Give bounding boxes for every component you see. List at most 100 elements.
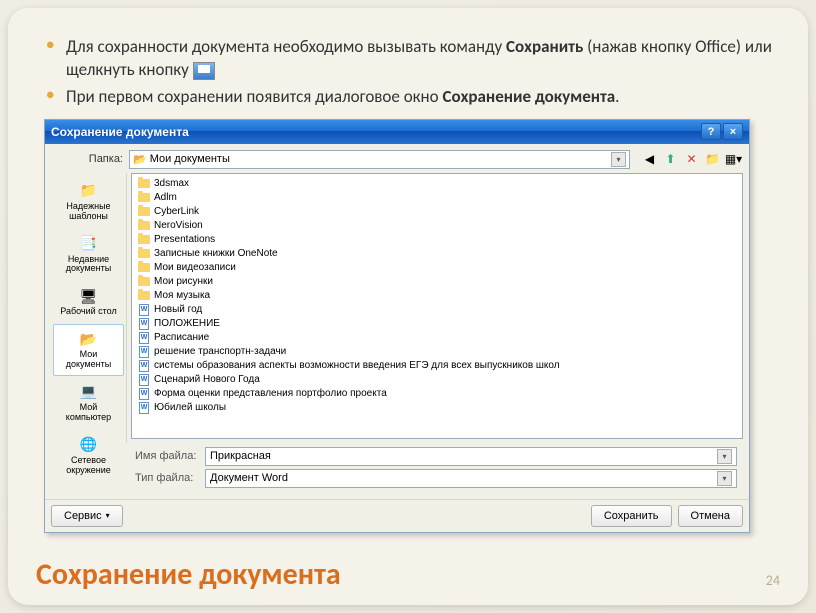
folder-value: Мои документы (150, 153, 608, 165)
place-item[interactable]: 📑 Недавние документы (53, 229, 124, 281)
document-icon (139, 304, 149, 316)
file-item[interactable]: CyberLink (135, 205, 739, 219)
place-icon: 📑 (79, 235, 99, 253)
file-item[interactable]: Расписание (135, 331, 739, 345)
file-name: системы образования аспекты возможности … (154, 360, 560, 371)
file-name: Мои рисунки (154, 276, 213, 287)
file-item[interactable]: Записные книжки OneNote (135, 247, 739, 261)
folder-icon: 📂 (133, 153, 147, 166)
file-item[interactable]: Adlm (135, 191, 739, 205)
place-icon: 📂 (79, 330, 99, 348)
file-name: Моя музыка (154, 290, 210, 301)
bullet-list: Для сохранности документа необходимо выз… (44, 36, 772, 109)
place-label: Недавние документы (56, 255, 121, 275)
file-item[interactable]: Форма оценки представления портфолио про… (135, 387, 739, 401)
file-item[interactable]: NeroVision (135, 219, 739, 233)
place-item[interactable]: 📂 Мои документы (53, 324, 124, 376)
folder-icon (138, 207, 150, 216)
file-name: NeroVision (154, 220, 203, 231)
filename-label: Имя файла: (135, 450, 199, 462)
folder-icon (138, 263, 150, 272)
file-name: Adlm (154, 192, 177, 203)
save-as-dialog: Сохранение документа ? × Папка: 📂 Мои до… (44, 119, 750, 533)
file-name: CyberLink (154, 206, 199, 217)
file-item[interactable]: Мои видеозаписи (135, 261, 739, 275)
place-label: Мой компьютер (56, 403, 121, 423)
file-name: Юбилей школы (154, 402, 226, 413)
folder-icon (138, 193, 150, 202)
back-button[interactable]: ◀ (640, 150, 659, 169)
folder-label: Папка: (51, 153, 123, 165)
document-icon (139, 318, 149, 330)
place-label: Рабочий стол (60, 307, 117, 317)
file-item[interactable]: Мои рисунки (135, 275, 739, 289)
folder-icon (138, 221, 150, 230)
save-icon (193, 62, 215, 80)
delete-button[interactable]: ✕ (682, 150, 701, 169)
file-item[interactable]: решение транспортн-задачи (135, 345, 739, 359)
document-icon (139, 346, 149, 358)
place-item[interactable]: 🖥 Рабочий стол (53, 281, 124, 323)
file-name: Расписание (154, 332, 209, 343)
file-name: Новый год (154, 304, 202, 315)
folder-icon (138, 291, 150, 300)
page-number: 24 (766, 572, 780, 589)
file-item[interactable]: 3dsmax (135, 177, 739, 191)
file-name: ПОЛОЖЕНИЕ (154, 318, 220, 329)
dialog-title: Сохранение документа (51, 125, 699, 139)
folder-icon (138, 249, 150, 258)
place-icon: 📁 (79, 182, 99, 200)
folder-icon (138, 179, 150, 188)
file-name: Мои видеозаписи (154, 262, 236, 273)
filename-input[interactable]: Прикрасная ▾ (205, 447, 737, 466)
place-icon: 🌐 (79, 436, 99, 454)
folder-icon (138, 277, 150, 286)
place-item[interactable]: 💻 Мой компьютер (53, 377, 124, 429)
views-button[interactable]: ▦▾ (724, 150, 743, 169)
place-icon: 🖥 (79, 287, 99, 305)
chevron-down-icon[interactable]: ▾ (611, 152, 626, 167)
file-name: Форма оценки представления портфолио про… (154, 388, 387, 399)
file-item[interactable]: Юбилей школы (135, 401, 739, 415)
bullet-item-1: Для сохранности документа необходимо выз… (44, 36, 772, 82)
chevron-down-icon[interactable]: ▾ (717, 471, 732, 486)
file-item[interactable]: Сценарий Нового Года (135, 373, 739, 387)
file-item[interactable]: Новый год (135, 303, 739, 317)
file-name: Записные книжки OneNote (154, 248, 278, 259)
document-icon (139, 402, 149, 414)
chevron-down-icon: ▾ (106, 511, 110, 520)
place-label: Мои документы (56, 350, 121, 370)
place-label: Сетевое окружение (56, 456, 121, 476)
chevron-down-icon[interactable]: ▾ (717, 449, 732, 464)
file-name: Presentations (154, 234, 215, 245)
titlebar[interactable]: Сохранение документа ? × (45, 120, 749, 144)
save-button[interactable]: Сохранить (591, 505, 672, 527)
place-icon: 💻 (79, 383, 99, 401)
service-button[interactable]: Сервис▾ (51, 505, 123, 527)
filetype-combo[interactable]: Документ Word ▾ (205, 469, 737, 488)
place-label: Надежные шаблоны (56, 202, 121, 222)
help-button[interactable]: ? (701, 123, 721, 140)
file-item[interactable]: системы образования аспекты возможности … (135, 359, 739, 373)
bullet-item-2: При первом сохранении появится диалогово… (44, 86, 772, 109)
file-item[interactable]: Presentations (135, 233, 739, 247)
folder-icon (138, 235, 150, 244)
document-icon (139, 374, 149, 386)
file-name: Сценарий Нового Года (154, 374, 260, 385)
file-name: решение транспортн-задачи (154, 346, 286, 357)
slide-title: Сохранение документа (36, 556, 341, 593)
up-button[interactable]: ⬆ (661, 150, 680, 169)
document-icon (139, 360, 149, 372)
folder-combo[interactable]: 📂 Мои документы ▾ (129, 150, 630, 169)
document-icon (139, 332, 149, 344)
new-folder-button[interactable]: 📁 (703, 150, 722, 169)
cancel-button[interactable]: Отмена (678, 505, 743, 527)
place-item[interactable]: 📁 Надежные шаблоны (53, 176, 124, 228)
file-list[interactable]: 3dsmaxAdlm CyberLink NeroVision Presentatio… (131, 173, 743, 439)
filetype-label: Тип файла: (135, 472, 199, 484)
file-item[interactable]: ПОЛОЖЕНИЕ (135, 317, 739, 331)
document-icon (139, 388, 149, 400)
file-item[interactable]: Моя музыка (135, 289, 739, 303)
place-item[interactable]: 🌐 Сетевое окружение (53, 430, 124, 482)
close-button[interactable]: × (723, 123, 743, 140)
